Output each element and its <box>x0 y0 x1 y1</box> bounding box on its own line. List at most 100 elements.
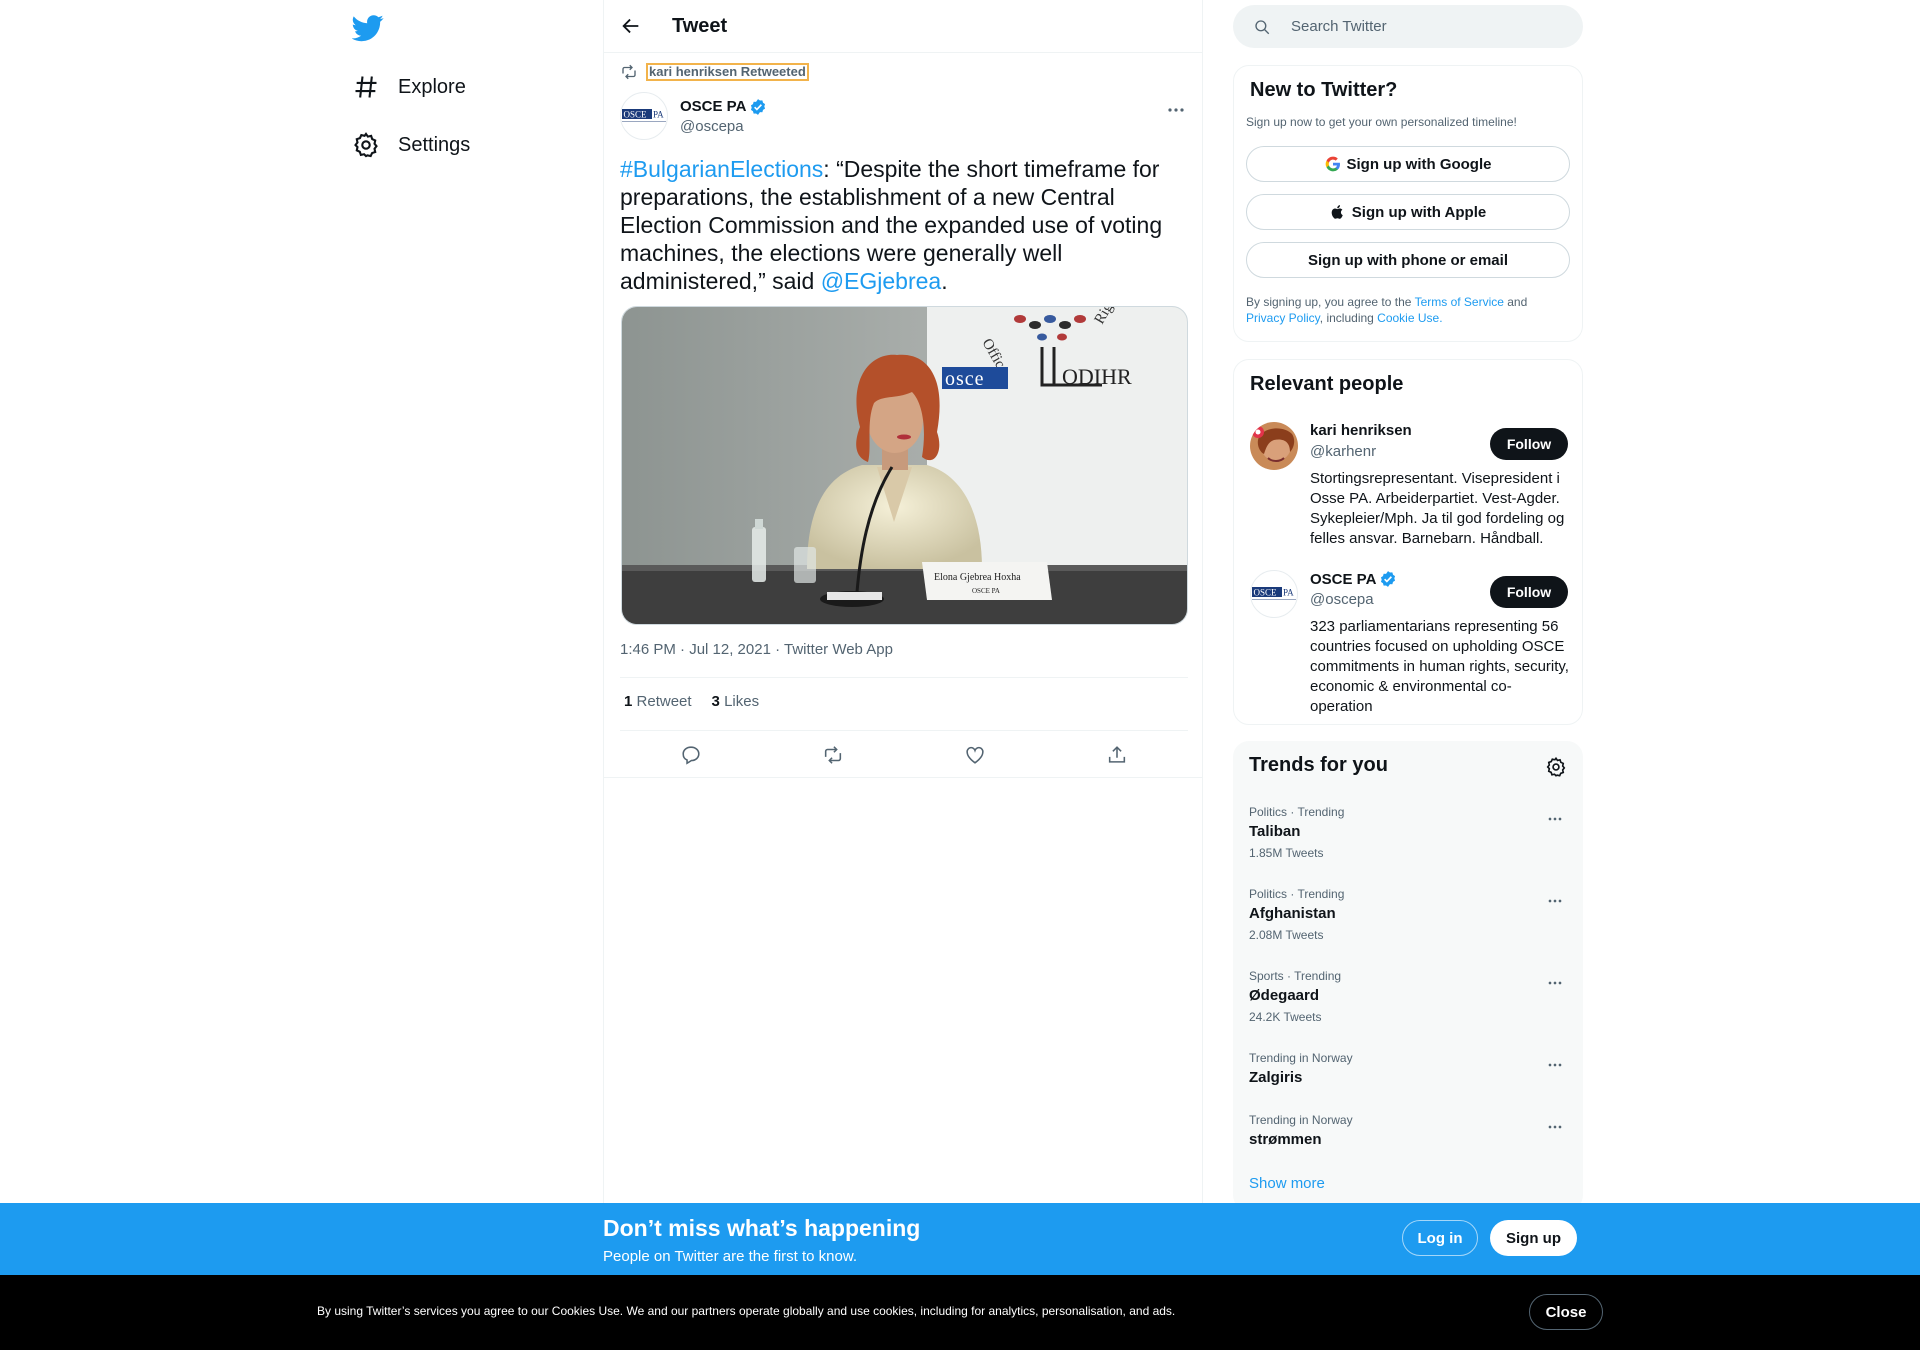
like-stat[interactable]: 3 Likes <box>712 693 760 710</box>
retweet-icon <box>622 64 636 80</box>
share-icon[interactable] <box>1106 744 1128 766</box>
terms-text-3: , including <box>1319 311 1378 325</box>
hashtag-link[interactable]: #BulgarianElections <box>620 156 823 182</box>
verified-badge-icon <box>1381 571 1396 587</box>
retweet-action-icon[interactable] <box>822 744 844 766</box>
trend-name: Zalgiris <box>1249 1069 1303 1086</box>
gear-icon <box>354 132 378 158</box>
divider <box>620 730 1188 731</box>
tweet-text: #BulgarianElections: “Despite the short … <box>620 155 1188 295</box>
trend-name: Ødegaard <box>1249 987 1320 1004</box>
author-name-text: OSCE PA <box>680 98 747 115</box>
divider <box>620 677 1188 678</box>
person-name[interactable]: kari henriksen <box>1310 422 1412 439</box>
google-icon <box>1325 156 1340 172</box>
signup-phone-label: Sign up with phone or email <box>1307 251 1508 269</box>
author-handle[interactable]: @oscepa <box>680 118 767 135</box>
svg-text:PA: PA <box>1283 588 1294 598</box>
relevant-people-card: Relevant people kari henriksen @karhenr … <box>1233 359 1583 725</box>
nav-settings[interactable]: Settings <box>352 125 470 165</box>
nav-explore-label: Explore <box>398 75 466 98</box>
person-handle[interactable]: @oscepa <box>1310 591 1374 608</box>
trend-context: Trending in Norway <box>1249 1051 1353 1065</box>
relevant-people-title: Relevant people <box>1250 373 1404 395</box>
signup-phone-button[interactable]: Sign up with phone or email <box>1246 242 1570 278</box>
trend-item[interactable]: Trending in Norway strømmen <box>1249 1113 1567 1148</box>
more-options-icon[interactable] <box>1545 809 1565 829</box>
signup-apple-button[interactable]: Sign up with Apple <box>1246 194 1570 230</box>
tweet-author: OSCE PA OSCE PA @oscepa <box>620 92 1188 140</box>
tweet-actions <box>620 737 1188 773</box>
more-options-icon[interactable] <box>1545 1055 1565 1075</box>
retweet-stat[interactable]: 1 Retweet <box>624 693 692 710</box>
page-title: Tweet <box>672 14 728 37</box>
trend-name: Taliban <box>1249 823 1301 840</box>
like-icon[interactable] <box>964 744 986 766</box>
person-handle[interactable]: @karhenr <box>1310 443 1376 460</box>
more-options-icon[interactable] <box>1545 1117 1565 1137</box>
trend-count: 1.85M Tweets <box>1249 846 1324 860</box>
trend-context: Politics · Trending <box>1249 805 1345 819</box>
terms-of-service-link[interactable]: Terms of Service <box>1415 295 1504 309</box>
apple-icon <box>1331 205 1343 219</box>
nameplate-org: OSCE PA <box>972 587 1000 595</box>
twitter-logo-icon[interactable] <box>352 12 384 44</box>
follow-button[interactable]: Follow <box>1490 428 1568 460</box>
backdrop-osce-text: osce <box>945 368 985 390</box>
retweeted-by-link[interactable]: kari henriksen Retweeted <box>646 63 809 81</box>
signup-prompt-bar: Don’t miss what’s happening People on Tw… <box>0 1203 1920 1275</box>
divider <box>604 777 1202 778</box>
signup-apple-label: Sign up with Apple <box>1351 203 1487 221</box>
avatar[interactable] <box>1250 422 1298 470</box>
close-cookie-button[interactable]: Close <box>1529 1294 1603 1330</box>
show-more-link[interactable]: Show more <box>1249 1175 1325 1192</box>
trend-context: Trending in Norway <box>1249 1113 1353 1127</box>
tweet-end-text: . <box>941 268 948 294</box>
terms-text-2: and <box>1503 295 1528 309</box>
retweet-label: Retweet <box>636 693 692 710</box>
new-to-twitter-title: New to Twitter? <box>1250 79 1398 101</box>
login-button[interactable]: Log in <box>1402 1220 1478 1256</box>
hashtag-icon <box>355 76 377 98</box>
signup-button[interactable]: Sign up <box>1490 1220 1577 1256</box>
privacy-policy-link[interactable]: Privacy Policy <box>1246 311 1320 325</box>
backdrop-odihr-text: ODIHR <box>1062 364 1132 389</box>
trends-settings-icon[interactable] <box>1545 756 1567 778</box>
search-input[interactable]: Search Twitter <box>1233 5 1583 48</box>
trend-item[interactable]: Sports · Trending Ødegaard 24.2K Tweets <box>1249 969 1567 1024</box>
retweet-count: 1 <box>624 693 633 710</box>
more-options-icon[interactable] <box>1164 98 1188 122</box>
mention-link[interactable]: @EGjebrea <box>821 268 942 294</box>
signup-google-label: Sign up with Google <box>1346 155 1492 173</box>
trend-item[interactable]: Trending in Norway Zalgiris <box>1249 1051 1567 1086</box>
nav-settings-label: Settings <box>398 133 471 156</box>
trend-count: 2.08M Tweets <box>1249 928 1324 942</box>
reply-icon[interactable] <box>680 744 702 766</box>
follow-button[interactable]: Follow <box>1490 576 1568 608</box>
author-avatar[interactable]: OSCE PA <box>620 92 668 140</box>
trend-context: Politics · Trending <box>1249 887 1345 901</box>
search-placeholder: Search Twitter <box>1291 18 1387 35</box>
person-name[interactable]: OSCE PA <box>1310 570 1397 588</box>
more-options-icon[interactable] <box>1545 891 1565 911</box>
trend-item[interactable]: Politics · Trending Afghanistan 2.08M Tw… <box>1249 887 1567 942</box>
trends-card: Trends for you Politics · Trending Talib… <box>1233 741 1583 1211</box>
nav-explore[interactable]: Explore <box>352 67 466 107</box>
cookie-use-link[interactable]: Cookie Use. <box>1377 311 1442 325</box>
back-arrow-icon[interactable] <box>620 15 642 37</box>
svg-text:OSCE: OSCE <box>624 110 648 120</box>
tweet-timestamp[interactable]: 1:46 PM · Jul 12, 2021 · Twitter Web App <box>620 641 893 658</box>
terms-text: By signing up, you agree to the Terms of… <box>1246 294 1576 326</box>
person-bio: 323 parliamentarians representing 56 cou… <box>1310 618 1569 715</box>
avatar[interactable]: OSCE PA <box>1250 570 1298 618</box>
tweet-image[interactable]: Office Rights osce ODIHR <box>621 306 1188 625</box>
new-to-twitter-subtitle: Sign up now to get your own personalized… <box>1246 115 1517 129</box>
nameplate-name: Elona Gjebrea Hoxha <box>934 572 1021 583</box>
trend-name: Afghanistan <box>1249 905 1336 922</box>
author-name[interactable]: OSCE PA <box>680 98 767 116</box>
trend-item[interactable]: Politics · Trending Taliban 1.85M Tweets <box>1249 805 1567 860</box>
cookie-banner: By using Twitter’s services you agree to… <box>0 1275 1920 1350</box>
retweet-context: kari henriksen Retweeted <box>620 63 809 81</box>
more-options-icon[interactable] <box>1545 973 1565 993</box>
signup-google-button[interactable]: Sign up with Google <box>1246 146 1570 182</box>
